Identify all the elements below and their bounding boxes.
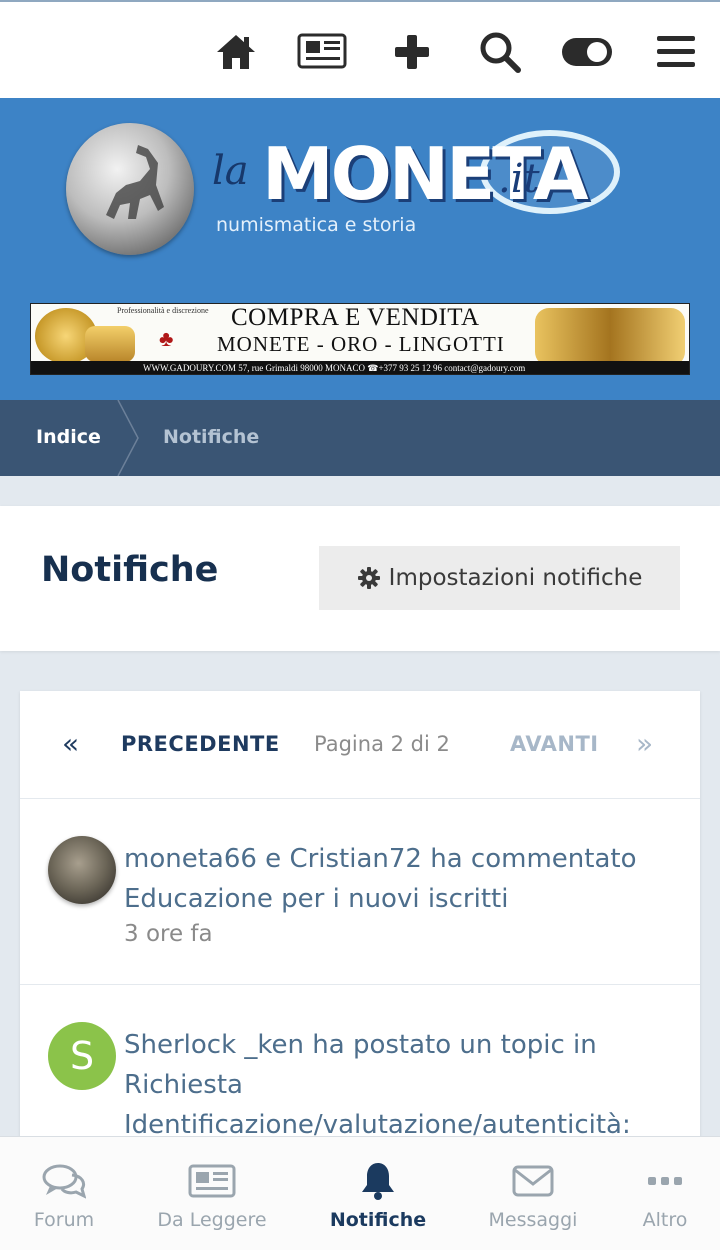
nav-notifiche[interactable]: Notifiche bbox=[328, 1137, 428, 1250]
toggle-icon[interactable] bbox=[561, 26, 613, 78]
nav-label: Notifiche bbox=[329, 1209, 427, 1231]
ad-subheadline: MONETE - ORO - LINGOTTI bbox=[217, 332, 505, 356]
avatar[interactable] bbox=[48, 836, 116, 904]
ad-tagline: Professionalità e discrezione bbox=[117, 306, 209, 315]
first-page-button[interactable]: « bbox=[62, 727, 79, 760]
notification-text[interactable]: moneta66 e Cristian72 ha commentato Educ… bbox=[124, 839, 684, 919]
next-page-button: AVANTI bbox=[510, 732, 599, 756]
notification-item[interactable]: moneta66 e Cristian72 ha commentato Educ… bbox=[20, 799, 700, 985]
nav-label: Da Leggere bbox=[157, 1209, 267, 1231]
page-header: Notifiche Impostazioni notifiche bbox=[0, 506, 720, 651]
page-info: Pagina 2 di 2 bbox=[314, 732, 450, 756]
notification-settings-button[interactable]: Impostazioni notifiche bbox=[319, 546, 680, 610]
notification-text[interactable]: Sherlock _ken ha postato un topic in Ric… bbox=[124, 1025, 684, 1145]
search-icon[interactable] bbox=[474, 26, 526, 78]
site-logo[interactable]: la MONETA .it numismatica e storia bbox=[212, 122, 622, 242]
ad-banner[interactable]: Professionalità e discrezione ♣ COMPRA E… bbox=[30, 303, 690, 375]
logo-tagline: numismatica e storia bbox=[216, 214, 417, 236]
previous-page-button[interactable]: PRECEDENTE bbox=[121, 732, 280, 756]
avatar[interactable]: S bbox=[48, 1022, 116, 1090]
gold-coins-stack-image bbox=[85, 326, 135, 362]
nav-da-leggere[interactable]: Da Leggere bbox=[152, 1137, 272, 1250]
ad-footer: WWW.GADOURY.COM 57, rue Grimaldi 98000 M… bbox=[31, 361, 689, 374]
plus-icon[interactable] bbox=[386, 26, 438, 78]
breadcrumb-separator-icon bbox=[117, 400, 139, 476]
nav-label: Messaggi bbox=[488, 1209, 578, 1231]
nav-messaggi[interactable]: Messaggi bbox=[483, 1137, 583, 1250]
nav-forum[interactable]: Forum bbox=[24, 1137, 104, 1250]
nav-altro[interactable]: Altro bbox=[630, 1137, 700, 1250]
ad-headline: COMPRA E VENDITA bbox=[231, 304, 480, 331]
bell-icon bbox=[359, 1161, 397, 1201]
comments-icon bbox=[42, 1161, 86, 1201]
home-icon[interactable] bbox=[210, 26, 262, 78]
last-page-button: » bbox=[636, 727, 654, 760]
top-toolbar bbox=[0, 0, 720, 98]
notification-time: 3 ore fa bbox=[124, 921, 213, 947]
breadcrumb-current: Notifiche bbox=[163, 426, 260, 448]
logo-suffix: .it bbox=[498, 156, 540, 202]
maple-leaf-icon: ♣ bbox=[159, 326, 174, 351]
breadcrumb: Indice Notifiche bbox=[0, 400, 720, 476]
settings-button-label: Impostazioni notifiche bbox=[388, 565, 643, 591]
envelope-icon bbox=[512, 1161, 554, 1201]
logo-prefix: la bbox=[212, 148, 249, 194]
bottom-navigation: Forum Da Leggere Notifiche Messaggi Altr… bbox=[0, 1136, 720, 1250]
menu-icon[interactable] bbox=[650, 26, 702, 78]
nav-label: Forum bbox=[33, 1209, 95, 1231]
breadcrumb-home-link[interactable]: Indice bbox=[36, 426, 101, 448]
coin-logo-image[interactable] bbox=[66, 123, 194, 255]
pagination: « PRECEDENTE Pagina 2 di 2 AVANTI » bbox=[20, 691, 700, 799]
gold-bars-image bbox=[535, 308, 685, 366]
nav-label: Altro bbox=[642, 1209, 688, 1231]
gear-icon bbox=[357, 567, 380, 589]
newspaper-icon bbox=[188, 1161, 236, 1201]
newspaper-icon[interactable] bbox=[297, 26, 349, 78]
more-icon bbox=[647, 1161, 683, 1201]
page-title: Notifiche bbox=[41, 550, 219, 590]
